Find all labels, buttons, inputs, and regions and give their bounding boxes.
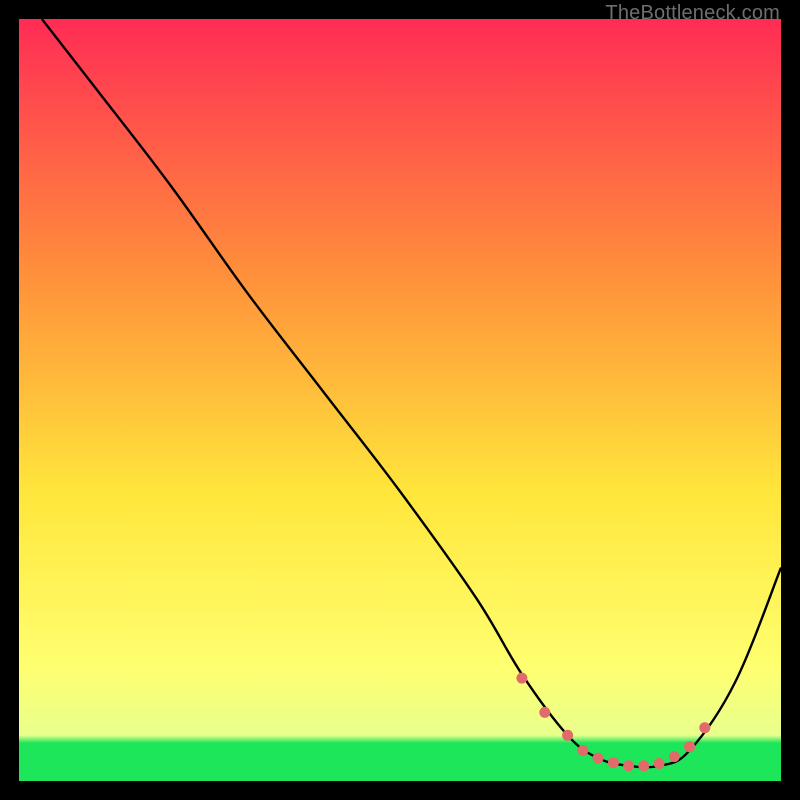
gradient-background (19, 19, 781, 781)
valley-dot (623, 760, 634, 771)
valley-dot (638, 760, 649, 771)
valley-dot (669, 751, 680, 762)
valley-dot (608, 757, 619, 768)
valley-dot (539, 707, 550, 718)
valley-dot (577, 745, 588, 756)
valley-dot (593, 753, 604, 764)
valley-dot (699, 722, 710, 733)
valley-dot (562, 730, 573, 741)
chart-area (19, 19, 781, 781)
valley-dot (654, 758, 665, 769)
valley-dot (684, 741, 695, 752)
chart-svg (19, 19, 781, 781)
valley-dot (516, 673, 527, 684)
watermark: TheBottleneck.com (605, 2, 780, 25)
